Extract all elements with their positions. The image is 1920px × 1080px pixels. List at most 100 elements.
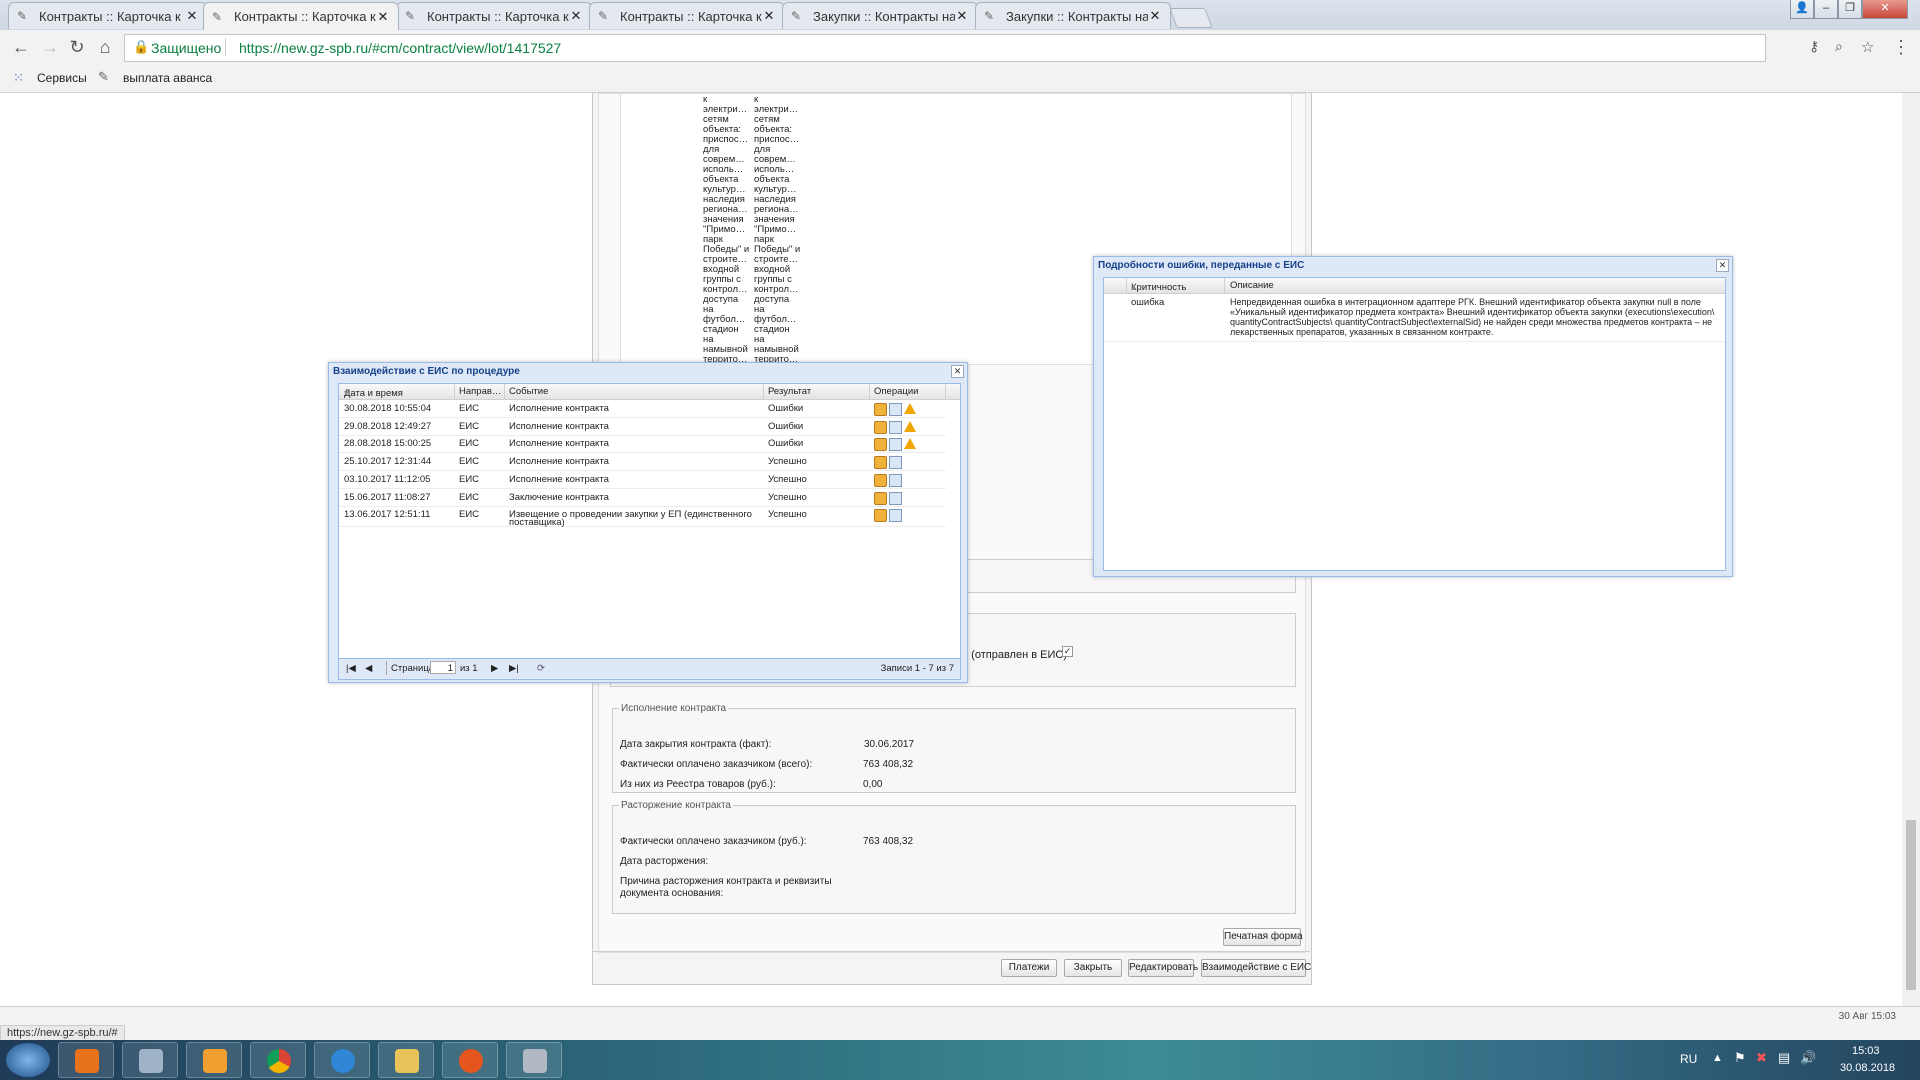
col-event[interactable]: Событие (509, 386, 548, 397)
zoom-icon[interactable]: ⌕ (1835, 38, 1843, 55)
tab-close-icon[interactable]: ✕ (569, 8, 583, 24)
reload-icon[interactable]: ↻ (66, 36, 88, 58)
tools-app-icon[interactable] (506, 1042, 562, 1078)
maximize-window-icon[interactable]: ❐ (1838, 0, 1862, 19)
address-field[interactable]: 🔒 Защищено https://new.gz-spb.ru/#cm/con… (124, 34, 1874, 62)
next-page-icon[interactable]: ▶ (491, 663, 498, 674)
document-icon[interactable] (889, 491, 902, 505)
clock-date[interactable]: 30.08.2018 (1840, 1062, 1895, 1074)
warning-icon[interactable] (904, 403, 916, 414)
bookmark-star-icon[interactable]: ☆ (1861, 38, 1874, 56)
col-result[interactable]: Результат (768, 386, 811, 397)
document-icon[interactable] (889, 438, 902, 452)
close-icon[interactable]: ✕ (1716, 259, 1729, 272)
package-icon[interactable] (874, 438, 887, 452)
tab-close-icon[interactable]: ✕ (762, 8, 776, 24)
document-icon[interactable] (889, 473, 902, 487)
package-icon[interactable] (874, 420, 887, 434)
close-window-icon[interactable]: ✕ (1862, 0, 1908, 19)
last-page-icon[interactable]: ▶| (509, 663, 519, 674)
close-icon[interactable]: ✕ (951, 365, 964, 378)
browser-tab[interactable]: ✎ Контракты :: Карточка к ✕ (8, 2, 208, 29)
back-icon[interactable]: ← (10, 36, 32, 58)
package-icon[interactable] (874, 509, 887, 523)
tools-bookmark-icon: ✎ (98, 69, 109, 84)
prev-page-icon[interactable]: ◀ (365, 663, 372, 674)
browser-tab-active[interactable]: ✎ Контракты :: Карточка к ✕ (203, 2, 399, 30)
forward-icon[interactable]: → (39, 36, 61, 58)
table-row[interactable]: 15.06.2017 11:08:27 ЕИС Заключение контрак… (339, 489, 946, 507)
refresh-icon[interactable]: ⟳ (537, 663, 545, 674)
home-icon[interactable]: ⌂ (94, 36, 116, 58)
first-page-icon[interactable]: |◀ (346, 663, 356, 674)
table-row[interactable]: 30.08.2018 10:55:04 ЕИС Исполнение контрак… (339, 400, 946, 418)
table-row[interactable]: 03.10.2017 11:12:05 ЕИС Исполнение контрак… (339, 471, 946, 489)
table-row[interactable]: 13.06.2017 12:51:11 ЕИС Извещение о провед… (339, 506, 946, 528)
close-button[interactable]: Закрыть (1064, 959, 1122, 977)
col-direction[interactable]: Направ… (459, 386, 501, 397)
edit-button[interactable]: Редактировать (1128, 959, 1198, 977)
eis-interaction-button[interactable]: Взаимодействие с ЕИС (1201, 959, 1311, 977)
table-row[interactable]: 28.08.2018 15:00:25 ЕИС Исполнение контрак… (339, 435, 946, 454)
document-icon[interactable] (889, 509, 902, 523)
document-icon[interactable] (889, 420, 902, 434)
warning-icon[interactable] (904, 420, 916, 432)
volume-icon[interactable]: 🔊 (1800, 1050, 1816, 1066)
new-tab-button[interactable] (1169, 8, 1213, 28)
file-explorer-icon[interactable] (378, 1042, 434, 1078)
tab-close-icon[interactable]: ✕ (955, 8, 969, 24)
user-profile-icon[interactable]: 👤 (1790, 0, 1814, 19)
page-scrollbar-thumb[interactable] (1906, 820, 1916, 990)
start-button-icon[interactable] (6, 1043, 50, 1077)
flag-icon[interactable]: ⚑ (1734, 1050, 1746, 1066)
cell-result: Успешно (768, 473, 807, 485)
firefox-icon[interactable] (442, 1042, 498, 1078)
document-icon[interactable] (889, 403, 902, 416)
col-operations[interactable]: Операции (874, 386, 918, 397)
subject-column-a: к электри… сетям объекта: приспос… для соврем…… (703, 95, 751, 365)
browser-tab[interactable]: ✎ Закупки :: Контракты на ✕ (975, 2, 1171, 29)
media-player-icon[interactable] (58, 1042, 114, 1078)
tab-close-icon[interactable]: ✕ (185, 8, 199, 24)
cell-event: Заключение контракта (509, 491, 609, 503)
cell-datetime: 30.08.2018 10:55:04 (344, 403, 432, 414)
close-date-label: Дата закрытия контракта (факт): (620, 739, 772, 750)
warning-icon[interactable] (904, 438, 916, 450)
language-indicator[interactable]: RU (1680, 1052, 1697, 1066)
calculator-icon[interactable] (122, 1042, 178, 1078)
table-row[interactable]: 25.10.2017 12:31:44 ЕИС Исполнение контрак… (339, 453, 946, 472)
tab-close-icon[interactable]: ✕ (1148, 8, 1162, 24)
tab-close-icon[interactable]: ✕ (376, 9, 390, 25)
outlook-icon[interactable] (186, 1042, 242, 1078)
payments-button[interactable]: Платежи (1001, 959, 1057, 977)
url-text[interactable]: https://new.gz-spb.ru/#cm/contract/view/… (239, 40, 561, 56)
error-row[interactable]: ошибка Непредвиденная ошибка в интеграци… (1104, 294, 1725, 342)
apps-grid-icon[interactable]: ⁙ (13, 70, 24, 86)
key-icon[interactable]: ⚷ (1809, 38, 1819, 55)
network-icon[interactable]: ▤ (1778, 1050, 1790, 1066)
package-icon[interactable] (874, 456, 887, 470)
page-number-input[interactable]: 1 (430, 661, 456, 674)
bookmark-advance-payment[interactable]: выплата аванса (123, 71, 212, 85)
browser-tab[interactable]: ✎ Закупки :: Контракты на ✕ (782, 2, 978, 29)
browser-menu-icon[interactable]: ⋮ (1890, 36, 1912, 58)
col-description[interactable]: Описание (1230, 280, 1274, 291)
clock-time[interactable]: 15:03 (1852, 1045, 1880, 1057)
termination-date-label: Дата расторжения: (620, 856, 709, 867)
package-icon[interactable] (874, 403, 887, 416)
chrome-icon[interactable] (250, 1042, 306, 1078)
bookmark-services[interactable]: Сервисы (37, 71, 87, 85)
show-hidden-icons-icon[interactable]: ▲ (1712, 1052, 1723, 1064)
package-icon[interactable] (874, 473, 887, 487)
package-icon[interactable] (874, 491, 887, 505)
table-row[interactable]: 29.08.2018 12:49:27 ЕИС Исполнение контрак… (339, 418, 946, 436)
minimize-window-icon[interactable]: – (1814, 0, 1838, 19)
network-error-icon[interactable]: ✖ (1756, 1050, 1767, 1066)
sent-checkbox[interactable]: ✓ (1062, 646, 1073, 657)
internet-explorer-icon[interactable] (314, 1042, 370, 1078)
browser-tab[interactable]: ✎ Контракты :: Карточка к ✕ (396, 2, 592, 29)
print-form-button[interactable]: Печатная форма (1223, 928, 1303, 946)
browser-tab[interactable]: ✎ Контракты :: Карточка к ✕ (589, 2, 785, 29)
page-of-label: из 1 (460, 663, 478, 674)
document-icon[interactable] (889, 456, 902, 470)
